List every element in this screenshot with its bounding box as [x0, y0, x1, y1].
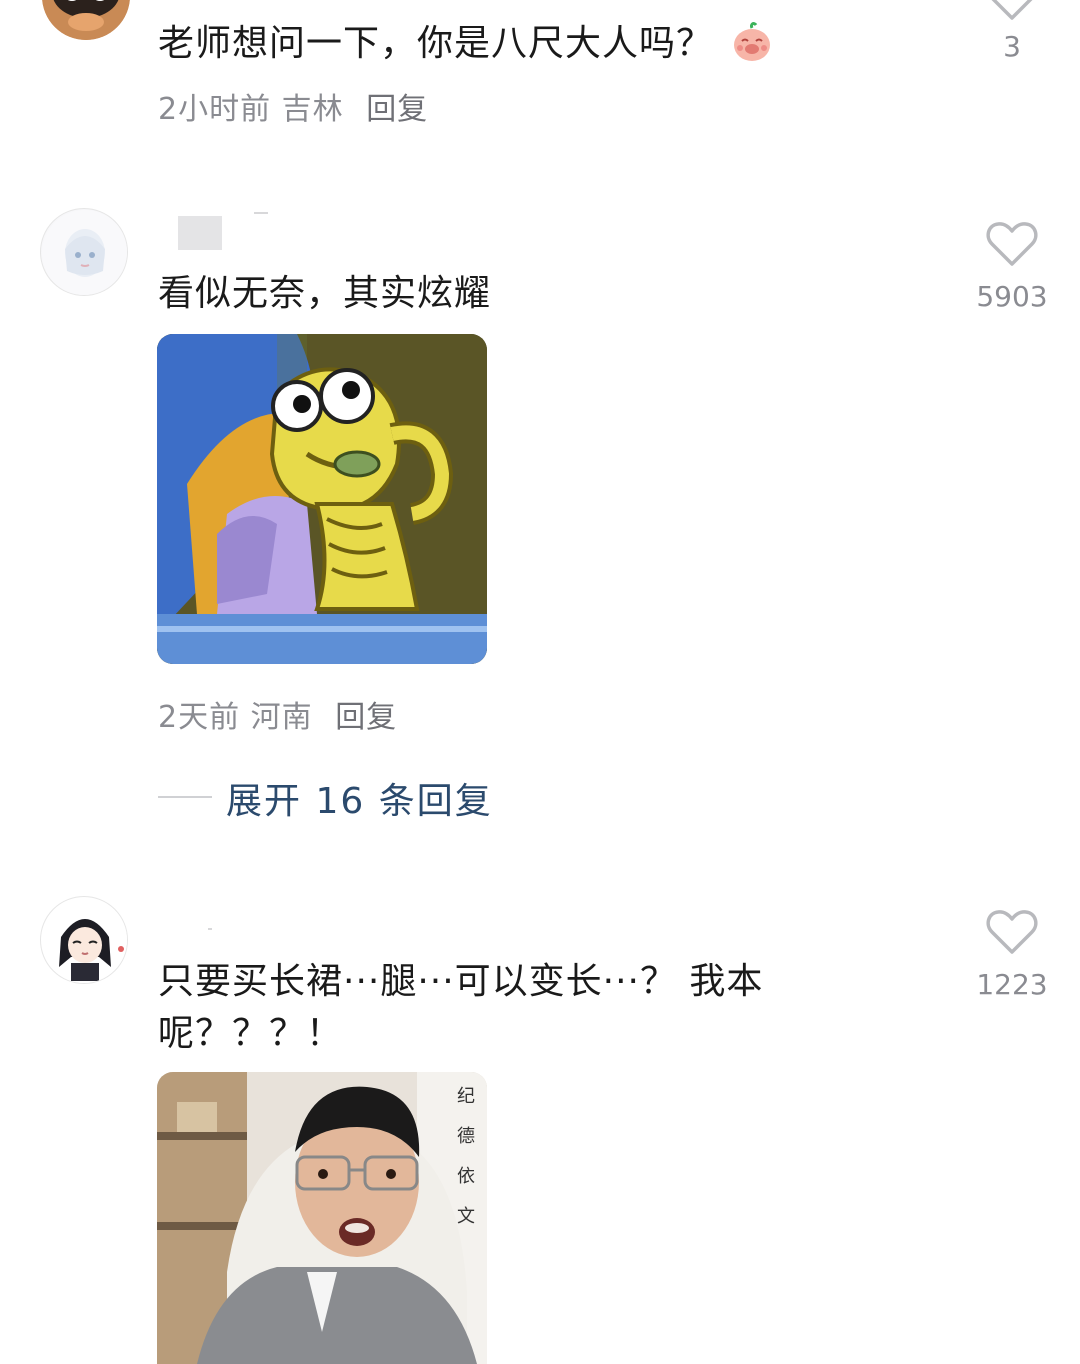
svg-text:文: 文	[457, 1206, 475, 1227]
anime-boy-avatar-icon	[42, 898, 127, 983]
comment-location: 河南	[250, 700, 313, 735]
username-placeholder-mark	[208, 928, 212, 930]
like-heart-icon[interactable]	[984, 216, 1040, 272]
expand-replies-button[interactable]: 展开 16 条回复	[226, 772, 493, 824]
comment-time: 2天前	[158, 700, 241, 735]
svg-text:依: 依	[457, 1166, 475, 1187]
like-count: 1223	[976, 968, 1048, 1001]
svg-text:纪: 纪	[457, 1086, 475, 1107]
anime-girl-avatar-icon	[42, 210, 127, 295]
comment-text: 只要买长裙···腿···可以变长···？ 我本 呢？？？！	[158, 961, 764, 1054]
comment-text: 看似无奈，其实炫耀	[158, 273, 492, 314]
comment-image[interactable]	[157, 334, 487, 664]
comment-location: 吉林	[281, 92, 344, 127]
comment-time: 2小时前	[158, 92, 272, 127]
man-with-glasses-surprised-photo: 纪 德 依 文	[157, 1072, 487, 1364]
username-placeholder-mark	[254, 212, 268, 214]
username-placeholder	[178, 216, 222, 250]
comment-text: 老师想问一下，你是八尺大人吗？	[158, 18, 773, 70]
comment-meta: 2小时前 吉林 回复	[158, 84, 428, 128]
like-heart-icon[interactable]	[984, 0, 1040, 26]
like-heart-icon[interactable]	[984, 904, 1040, 960]
comment-meta: 2天前 河南 回复	[158, 692, 397, 736]
svg-text:德: 德	[457, 1126, 475, 1147]
comment-image[interactable]: 纪 德 依 文	[157, 1072, 487, 1364]
expand-divider	[158, 796, 212, 798]
commenter-avatar[interactable]	[42, 0, 130, 40]
reply-button[interactable]: 回复	[335, 700, 397, 735]
raccoon-avatar-icon	[42, 0, 130, 40]
commenter-avatar[interactable]	[40, 896, 128, 984]
commenter-avatar[interactable]	[40, 208, 128, 296]
like-count: 3	[1003, 30, 1021, 63]
reply-button[interactable]: 回复	[366, 92, 428, 127]
fish-cartoon-meme-image	[157, 334, 487, 664]
pig-face-emoji-icon	[734, 22, 771, 61]
like-count: 5903	[976, 280, 1048, 313]
